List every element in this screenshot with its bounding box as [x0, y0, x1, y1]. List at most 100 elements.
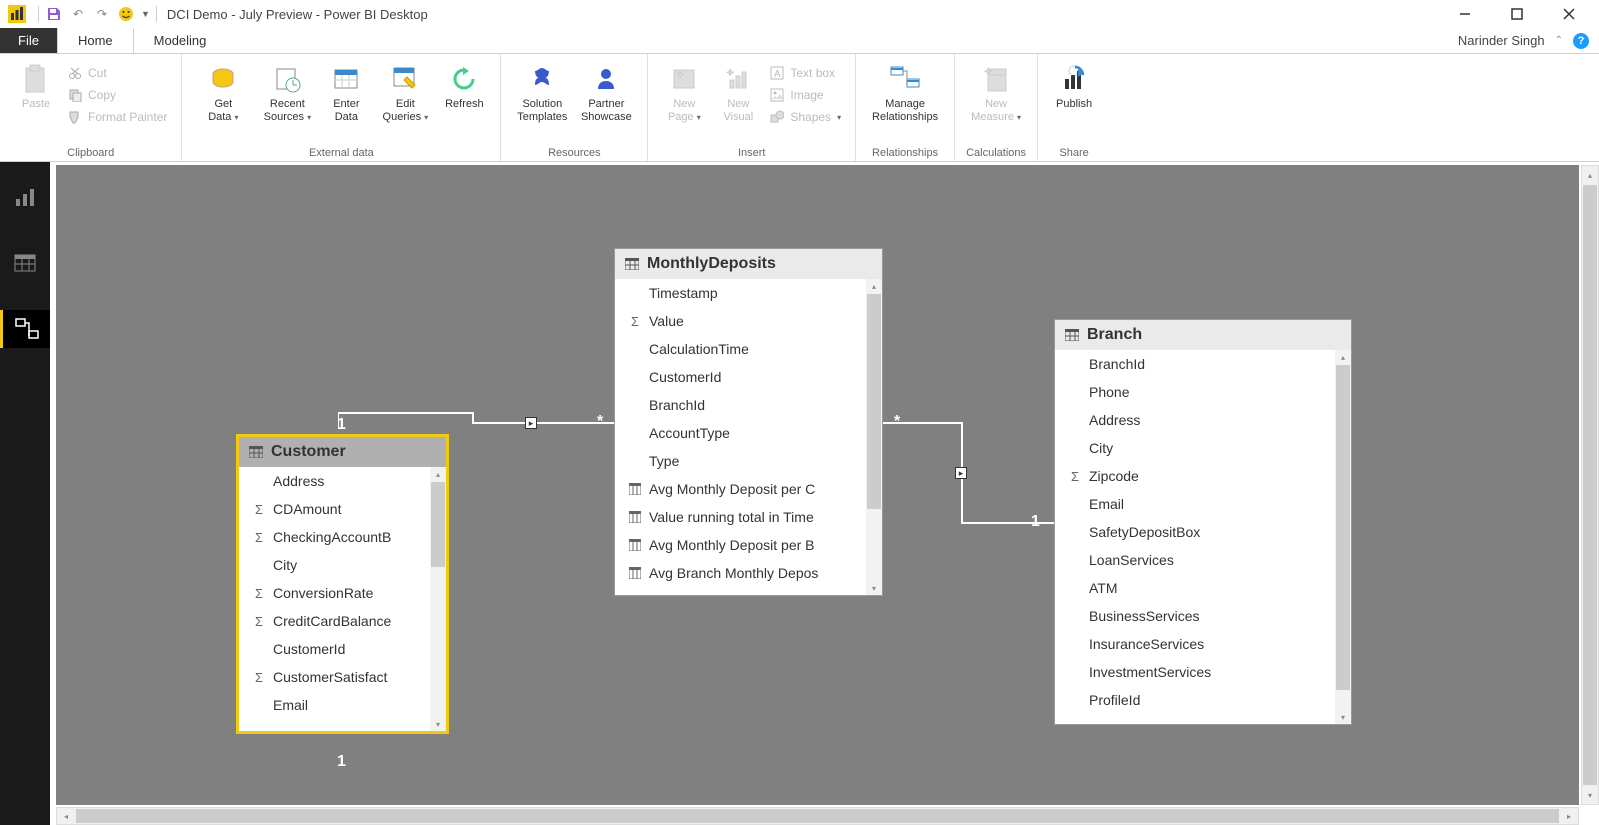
user-chevron-icon[interactable]: ⌃: [1555, 35, 1563, 46]
ribbon-group-external-data: GetData ▾ RecentSources ▾ EnterData Edit…: [182, 54, 501, 161]
solution-templates-button[interactable]: SolutionTemplates: [511, 60, 573, 144]
copy-button[interactable]: Copy: [64, 84, 171, 106]
field-row[interactable]: AccountType: [615, 419, 882, 447]
table-title: Customer: [271, 443, 346, 461]
paste-button[interactable]: Paste: [10, 60, 62, 144]
rel-marker-icon[interactable]: ▸: [525, 417, 537, 429]
field-row[interactable]: Timestamp: [615, 279, 882, 307]
field-row[interactable]: BusinessServices: [1055, 602, 1351, 630]
maximize-button[interactable]: [1503, 4, 1531, 24]
field-row[interactable]: Phone: [1055, 378, 1351, 406]
rel-marker-icon-2[interactable]: ▸: [955, 467, 967, 479]
field-row[interactable]: InsuranceServices: [1055, 630, 1351, 658]
field-row[interactable]: CalculationTime: [615, 335, 882, 363]
table-scrollbar[interactable]: ▴ ▾: [430, 467, 446, 731]
ribbon-label-share: Share: [1048, 144, 1100, 159]
new-measure-button[interactable]: ✦ NewMeasure ▾: [965, 60, 1027, 144]
field-row[interactable]: Avg Monthly Deposit per C: [615, 475, 882, 503]
tab-file[interactable]: File: [0, 28, 57, 53]
new-visual-button[interactable]: ✦ NewVisual: [712, 60, 764, 144]
rel-cardinality-many: *: [597, 413, 603, 431]
field-name: Address: [273, 473, 324, 489]
undo-icon[interactable]: ↶: [69, 5, 87, 23]
field-row[interactable]: ProfileId: [1055, 686, 1351, 714]
field-name: Avg Monthly Deposit per B: [649, 537, 815, 553]
field-row[interactable]: BranchId: [1055, 350, 1351, 378]
table-scrollbar[interactable]: ▴ ▾: [1335, 350, 1351, 724]
rel-cardinality-one: 1: [337, 416, 346, 434]
field-row[interactable]: City: [239, 551, 446, 579]
text-box-button[interactable]: A Text box: [766, 62, 845, 84]
table-branch[interactable]: Branch BranchIdPhoneAddressCityΣZipcodeE…: [1054, 319, 1352, 725]
field-name: CustomerId: [273, 641, 345, 657]
edit-queries-button[interactable]: EditQueries ▾: [374, 60, 436, 144]
field-row[interactable]: ΣConversionRate: [239, 579, 446, 607]
menu-tabs: File Home Modeling Narinder Singh ⌃ ?: [0, 28, 1599, 54]
relationship-canvas[interactable]: 1 ▸ * * ▸ 1 Customer AddressΣCDAmountΣCh…: [56, 165, 1579, 805]
recent-sources-button[interactable]: RecentSources ▾: [256, 60, 318, 144]
field-row[interactable]: ΣValue: [615, 307, 882, 335]
shapes-button[interactable]: Shapes ▾: [766, 106, 845, 128]
image-button[interactable]: Image: [766, 84, 845, 106]
ribbon-label-calculations: Calculations: [965, 144, 1027, 159]
tab-home[interactable]: Home: [57, 28, 134, 53]
field-row[interactable]: InvestmentServices: [1055, 658, 1351, 686]
field-row[interactable]: Avg Branch Monthly Depos: [615, 559, 882, 587]
ribbon: Paste Cut Copy Format Painter Clipboard: [0, 54, 1599, 162]
format-painter-button[interactable]: Format Painter: [64, 106, 171, 128]
ribbon-group-calculations: ✦ NewMeasure ▾ Calculations: [955, 54, 1038, 161]
field-row[interactable]: ATM: [1055, 574, 1351, 602]
field-row[interactable]: CustomerId: [615, 363, 882, 391]
cut-button[interactable]: Cut: [64, 62, 171, 84]
partner-showcase-button[interactable]: PartnerShowcase: [575, 60, 637, 144]
publish-button[interactable]: Publish: [1048, 60, 1100, 144]
field-row[interactable]: ΣCDAmount: [239, 495, 446, 523]
field-name: ATM: [1089, 580, 1118, 596]
close-button[interactable]: [1555, 4, 1583, 24]
help-icon[interactable]: ?: [1573, 33, 1589, 49]
manage-relationships-button[interactable]: ManageRelationships: [866, 60, 944, 144]
relationship-view-button[interactable]: [0, 310, 50, 348]
field-row[interactable]: City: [1055, 434, 1351, 462]
user-name[interactable]: Narinder Singh: [1458, 33, 1545, 48]
data-view-button[interactable]: [0, 244, 50, 282]
field-row[interactable]: ΣCustomerSatisfact: [239, 663, 446, 691]
minimize-button[interactable]: [1451, 4, 1479, 24]
enter-data-button[interactable]: EnterData: [320, 60, 372, 144]
field-row[interactable]: Value running total in Time: [615, 503, 882, 531]
field-row[interactable]: ΣCheckingAccountB: [239, 523, 446, 551]
ribbon-group-insert: ✦ NewPage ▾ ✦ NewVisual A Text box Image: [648, 54, 856, 161]
field-row[interactable]: SafetyDepositBox: [1055, 518, 1351, 546]
field-row[interactable]: Address: [1055, 406, 1351, 434]
new-page-button[interactable]: ✦ NewPage ▾: [658, 60, 710, 144]
redo-icon[interactable]: ↷: [93, 5, 111, 23]
field-row[interactable]: Avg Monthly Deposit per B: [615, 531, 882, 559]
field-name: BranchId: [1089, 356, 1145, 372]
field-name: InsuranceServices: [1089, 636, 1204, 652]
save-icon[interactable]: [45, 5, 63, 23]
canvas-horizontal-scrollbar[interactable]: ◂▸: [56, 807, 1579, 825]
smiley-icon[interactable]: [117, 5, 135, 23]
field-row[interactable]: ΣCreditCardBalance: [239, 607, 446, 635]
table-customer[interactable]: Customer Address ΣCDAmountΣCheckingAccoun…: [236, 434, 449, 734]
tab-modeling[interactable]: Modeling: [134, 28, 227, 53]
field-row[interactable]: LoanServices: [1055, 546, 1351, 574]
field-name: Avg Monthly Deposit per C: [649, 481, 815, 497]
table-scrollbar[interactable]: ▴ ▾: [866, 279, 882, 595]
field-row[interactable]: Email: [1055, 490, 1351, 518]
field-row[interactable]: BranchId: [615, 391, 882, 419]
field-row[interactable]: CustomerId: [239, 635, 446, 663]
field-row[interactable]: Type: [615, 447, 882, 475]
field-name: Email: [273, 697, 308, 713]
field-name: SafetyDepositBox: [1089, 524, 1200, 540]
canvas-vertical-scrollbar[interactable]: ▴▾: [1581, 165, 1599, 805]
field-name: InvestmentServices: [1089, 664, 1211, 680]
field-row[interactable]: Email: [239, 691, 446, 719]
table-monthly-deposits[interactable]: MonthlyDeposits TimestampΣValueCalculati…: [614, 248, 883, 596]
qat-dropdown[interactable]: ▼: [141, 9, 150, 19]
field-row[interactable]: Address: [239, 467, 446, 495]
refresh-button[interactable]: Refresh: [438, 60, 490, 144]
report-view-button[interactable]: [0, 178, 50, 216]
get-data-button[interactable]: GetData ▾: [192, 60, 254, 144]
field-row[interactable]: ΣZipcode: [1055, 462, 1351, 490]
